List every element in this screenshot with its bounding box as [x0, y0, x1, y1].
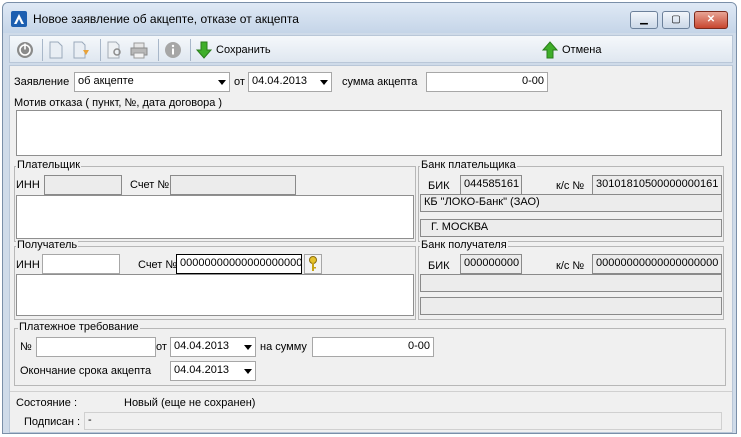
print-preview-icon: [107, 41, 121, 59]
status-divider: [10, 391, 732, 392]
recipient-bank-name-field: [420, 274, 722, 292]
recipient-bank-group-title: Банк получателя: [420, 239, 508, 251]
request-date-value: 04.04.2013: [174, 340, 230, 352]
refusal-reason-label: Мотив отказа ( пункт, №, дата договора ): [14, 97, 223, 109]
recipient-account-label: Счет №: [138, 259, 178, 271]
payer-bank-ks-label: к/с №: [556, 180, 585, 192]
maximize-button[interactable]: ▢: [662, 11, 690, 29]
preview-button[interactable]: [106, 40, 128, 60]
title-bar[interactable]: Новое заявление об акцепте, отказе от ак…: [3, 3, 736, 33]
dialog-window: Новое заявление об акцепте, отказе от ак…: [2, 2, 737, 434]
chevron-down-icon: [320, 80, 328, 85]
acceptance-deadline-value: 04.04.2013: [174, 364, 230, 376]
recipient-name-textarea[interactable]: [16, 274, 414, 316]
recipient-account-input[interactable]: 00000000000000000000: [176, 254, 302, 274]
app-logo-icon: [11, 11, 27, 27]
statement-date-value: 04.04.2013: [252, 75, 308, 87]
save-button[interactable]: Сохранить: [196, 40, 271, 60]
toolbar: Сохранить Отмена: [9, 35, 733, 63]
payer-account-label: Счет №: [130, 179, 170, 191]
state-label: Состояние :: [16, 397, 77, 409]
refusal-reason-textarea[interactable]: [16, 110, 722, 156]
form-area: Заявление об акцепте от 04.04.2013 сумма…: [9, 65, 733, 433]
recipient-group-title: Получатель: [16, 239, 79, 251]
recipient-bank-bik-input[interactable]: 000000000: [460, 254, 522, 274]
request-date-label: от: [156, 341, 167, 353]
print-button[interactable]: [130, 40, 152, 60]
payer-account-input[interactable]: [170, 175, 296, 195]
new-document-icon: [49, 41, 63, 59]
import-document-icon: [73, 41, 89, 59]
lookup-key-button[interactable]: [304, 254, 322, 274]
acceptance-deadline-select[interactable]: 04.04.2013: [170, 361, 256, 381]
info-button[interactable]: [164, 40, 186, 60]
statement-label: Заявление: [14, 76, 70, 88]
payer-bank-group-title: Банк плательщика: [420, 159, 517, 171]
arrow-down-icon: [196, 41, 212, 59]
acceptance-deadline-label: Окончание срока акцепта: [20, 365, 152, 377]
recipient-bank-city-field: [420, 297, 722, 315]
recipient-bank-ks-label: к/с №: [556, 260, 585, 272]
statement-type-select[interactable]: об акцепте: [74, 72, 230, 92]
close-icon: ✕: [706, 14, 716, 25]
arrow-up-icon: [542, 41, 558, 59]
payer-bank-bik-label: БИК: [428, 180, 450, 192]
payment-request-group-title: Платежное требование: [18, 321, 140, 333]
info-icon: [165, 42, 181, 58]
statement-type-value: об акцепте: [78, 75, 134, 87]
save-button-label: Сохранить: [216, 44, 271, 56]
payer-inn-label: ИНН: [16, 179, 40, 191]
payer-name-textarea[interactable]: [16, 195, 414, 239]
chevron-down-icon: [244, 369, 252, 374]
window-title: Новое заявление об акцепте, отказе от ак…: [33, 12, 299, 26]
payer-bank-bik-input[interactable]: 044585161: [460, 175, 522, 195]
cancel-button[interactable]: Отмена: [542, 40, 601, 60]
payer-bank-ks-input[interactable]: 30101810500000000161: [592, 175, 722, 195]
payer-bank-name-field: КБ "ЛОКО-Банк" (ЗАО): [420, 194, 722, 212]
key-icon: [309, 256, 317, 271]
minimize-icon: ▁: [640, 14, 648, 25]
amount-input[interactable]: 0-00: [426, 72, 548, 92]
chevron-down-icon: [218, 80, 226, 85]
recipient-inn-label: ИНН: [16, 259, 40, 271]
payer-group-title: Плательщик: [16, 159, 82, 171]
payer-inn-input[interactable]: [44, 175, 122, 195]
state-value: Новый (еще не сохранен): [124, 397, 256, 409]
maximize-icon: ▢: [671, 14, 681, 25]
request-number-input[interactable]: [36, 337, 156, 357]
amount-label: сумма акцепта: [342, 76, 418, 88]
request-sum-input[interactable]: 0-00: [312, 337, 434, 357]
request-date-select[interactable]: 04.04.2013: [170, 337, 256, 357]
import-button[interactable]: [72, 40, 94, 60]
recipient-inn-input[interactable]: [42, 254, 120, 274]
request-number-label: №: [20, 341, 32, 353]
request-sum-label: на сумму: [260, 341, 307, 353]
minimize-button[interactable]: ▁: [630, 11, 658, 29]
signed-label: Подписан :: [24, 416, 81, 428]
recipient-bank-bik-label: БИК: [428, 260, 450, 272]
signed-value-field: -: [84, 412, 722, 430]
power-button[interactable]: [16, 40, 38, 60]
statement-date-select[interactable]: 04.04.2013: [248, 72, 332, 92]
recipient-bank-ks-input[interactable]: 00000000000000000000: [592, 254, 722, 274]
payer-bank-city-field: Г. МОСКВА: [420, 219, 722, 237]
date-from-label: от: [234, 76, 245, 88]
new-document-button[interactable]: [48, 40, 70, 60]
printer-icon: [130, 42, 148, 59]
power-icon: [17, 42, 33, 58]
chevron-down-icon: [244, 345, 252, 350]
cancel-button-label: Отмена: [562, 44, 602, 56]
close-button[interactable]: ✕: [694, 11, 728, 29]
